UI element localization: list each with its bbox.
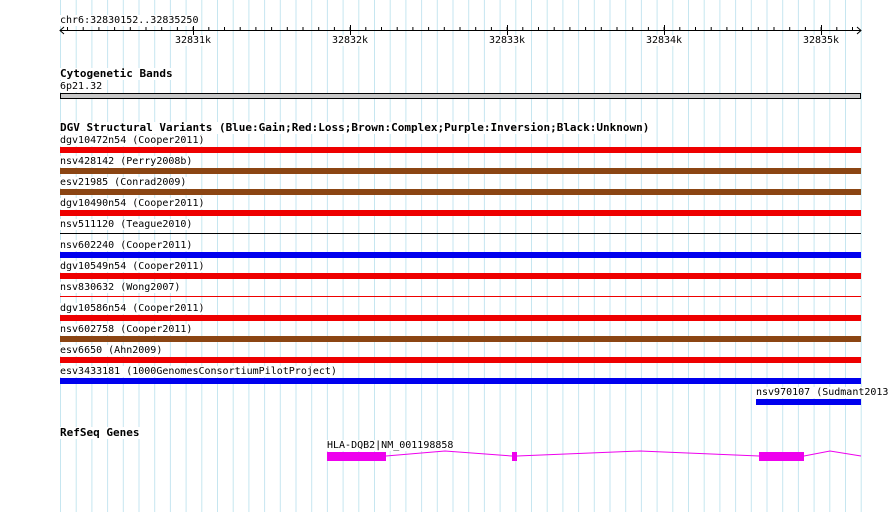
- gene-exon: [512, 452, 517, 461]
- variant-bar[interactable]: [60, 189, 861, 195]
- gene-intron: [803, 450, 862, 457]
- ruler-tick-label: 32831k: [174, 35, 212, 46]
- variant-label: esv21985 (Conrad2009): [59, 177, 188, 188]
- gene-exon: [759, 452, 804, 461]
- variant-bar[interactable]: [60, 168, 861, 174]
- variant-label: dgv10549n54 (Cooper2011): [59, 261, 206, 272]
- variant-label: dgv10490n54 (Cooper2011): [59, 198, 206, 209]
- position-label: chr6:32830152..32835250: [59, 15, 200, 26]
- variant-bar[interactable]: [60, 252, 861, 258]
- variant-label: nsv830632 (Wong2007): [59, 282, 182, 293]
- ruler-tick-label: 32833k: [488, 35, 526, 46]
- variant-bar[interactable]: [60, 210, 861, 216]
- variant-bar[interactable]: [60, 147, 861, 153]
- variant-label: esv3433181 (1000GenomesConsortiumPilotPr…: [59, 366, 338, 377]
- ruler-tick-label: 32832k: [331, 35, 369, 46]
- variant-bar[interactable]: [60, 336, 861, 342]
- variant-label: nsv602240 (Cooper2011): [59, 240, 194, 251]
- gene-intron: [516, 450, 760, 457]
- ruler-tick-label: 32834k: [645, 35, 683, 46]
- cytoband-bar[interactable]: [60, 93, 861, 99]
- variant-bar[interactable]: [756, 399, 861, 405]
- variant-label: nsv511120 (Teague2010): [59, 219, 194, 230]
- ruler-tick-label: 32835k: [802, 35, 840, 46]
- gene-intron: [385, 450, 513, 457]
- variant-label: nsv602758 (Cooper2011): [59, 324, 194, 335]
- variant-label: nsv970107 (Sudmant2013): [755, 387, 890, 398]
- variant-label: dgv10472n54 (Cooper2011): [59, 135, 206, 146]
- cytoband-track-title[interactable]: Cytogenetic Bands: [59, 68, 174, 80]
- variant-label: dgv10586n54 (Cooper2011): [59, 303, 206, 314]
- variant-bar[interactable]: [60, 357, 861, 363]
- variant-label: esv6650 (Ahn2009): [59, 345, 164, 356]
- variant-bar[interactable]: [60, 315, 861, 321]
- gene-model[interactable]: [0, 446, 890, 470]
- variant-bar[interactable]: [60, 233, 861, 234]
- cytoband-label: 6p21.32: [59, 81, 104, 92]
- variant-bar[interactable]: [60, 296, 861, 297]
- gene-exon: [327, 452, 386, 461]
- variant-label: nsv428142 (Perry2008b): [59, 156, 194, 167]
- variant-bar[interactable]: [60, 273, 861, 279]
- variant-bar[interactable]: [60, 378, 861, 384]
- refseq-track-title[interactable]: RefSeq Genes: [59, 427, 141, 439]
- dgv-track-title[interactable]: DGV Structural Variants (Blue:Gain;Red:L…: [59, 122, 651, 134]
